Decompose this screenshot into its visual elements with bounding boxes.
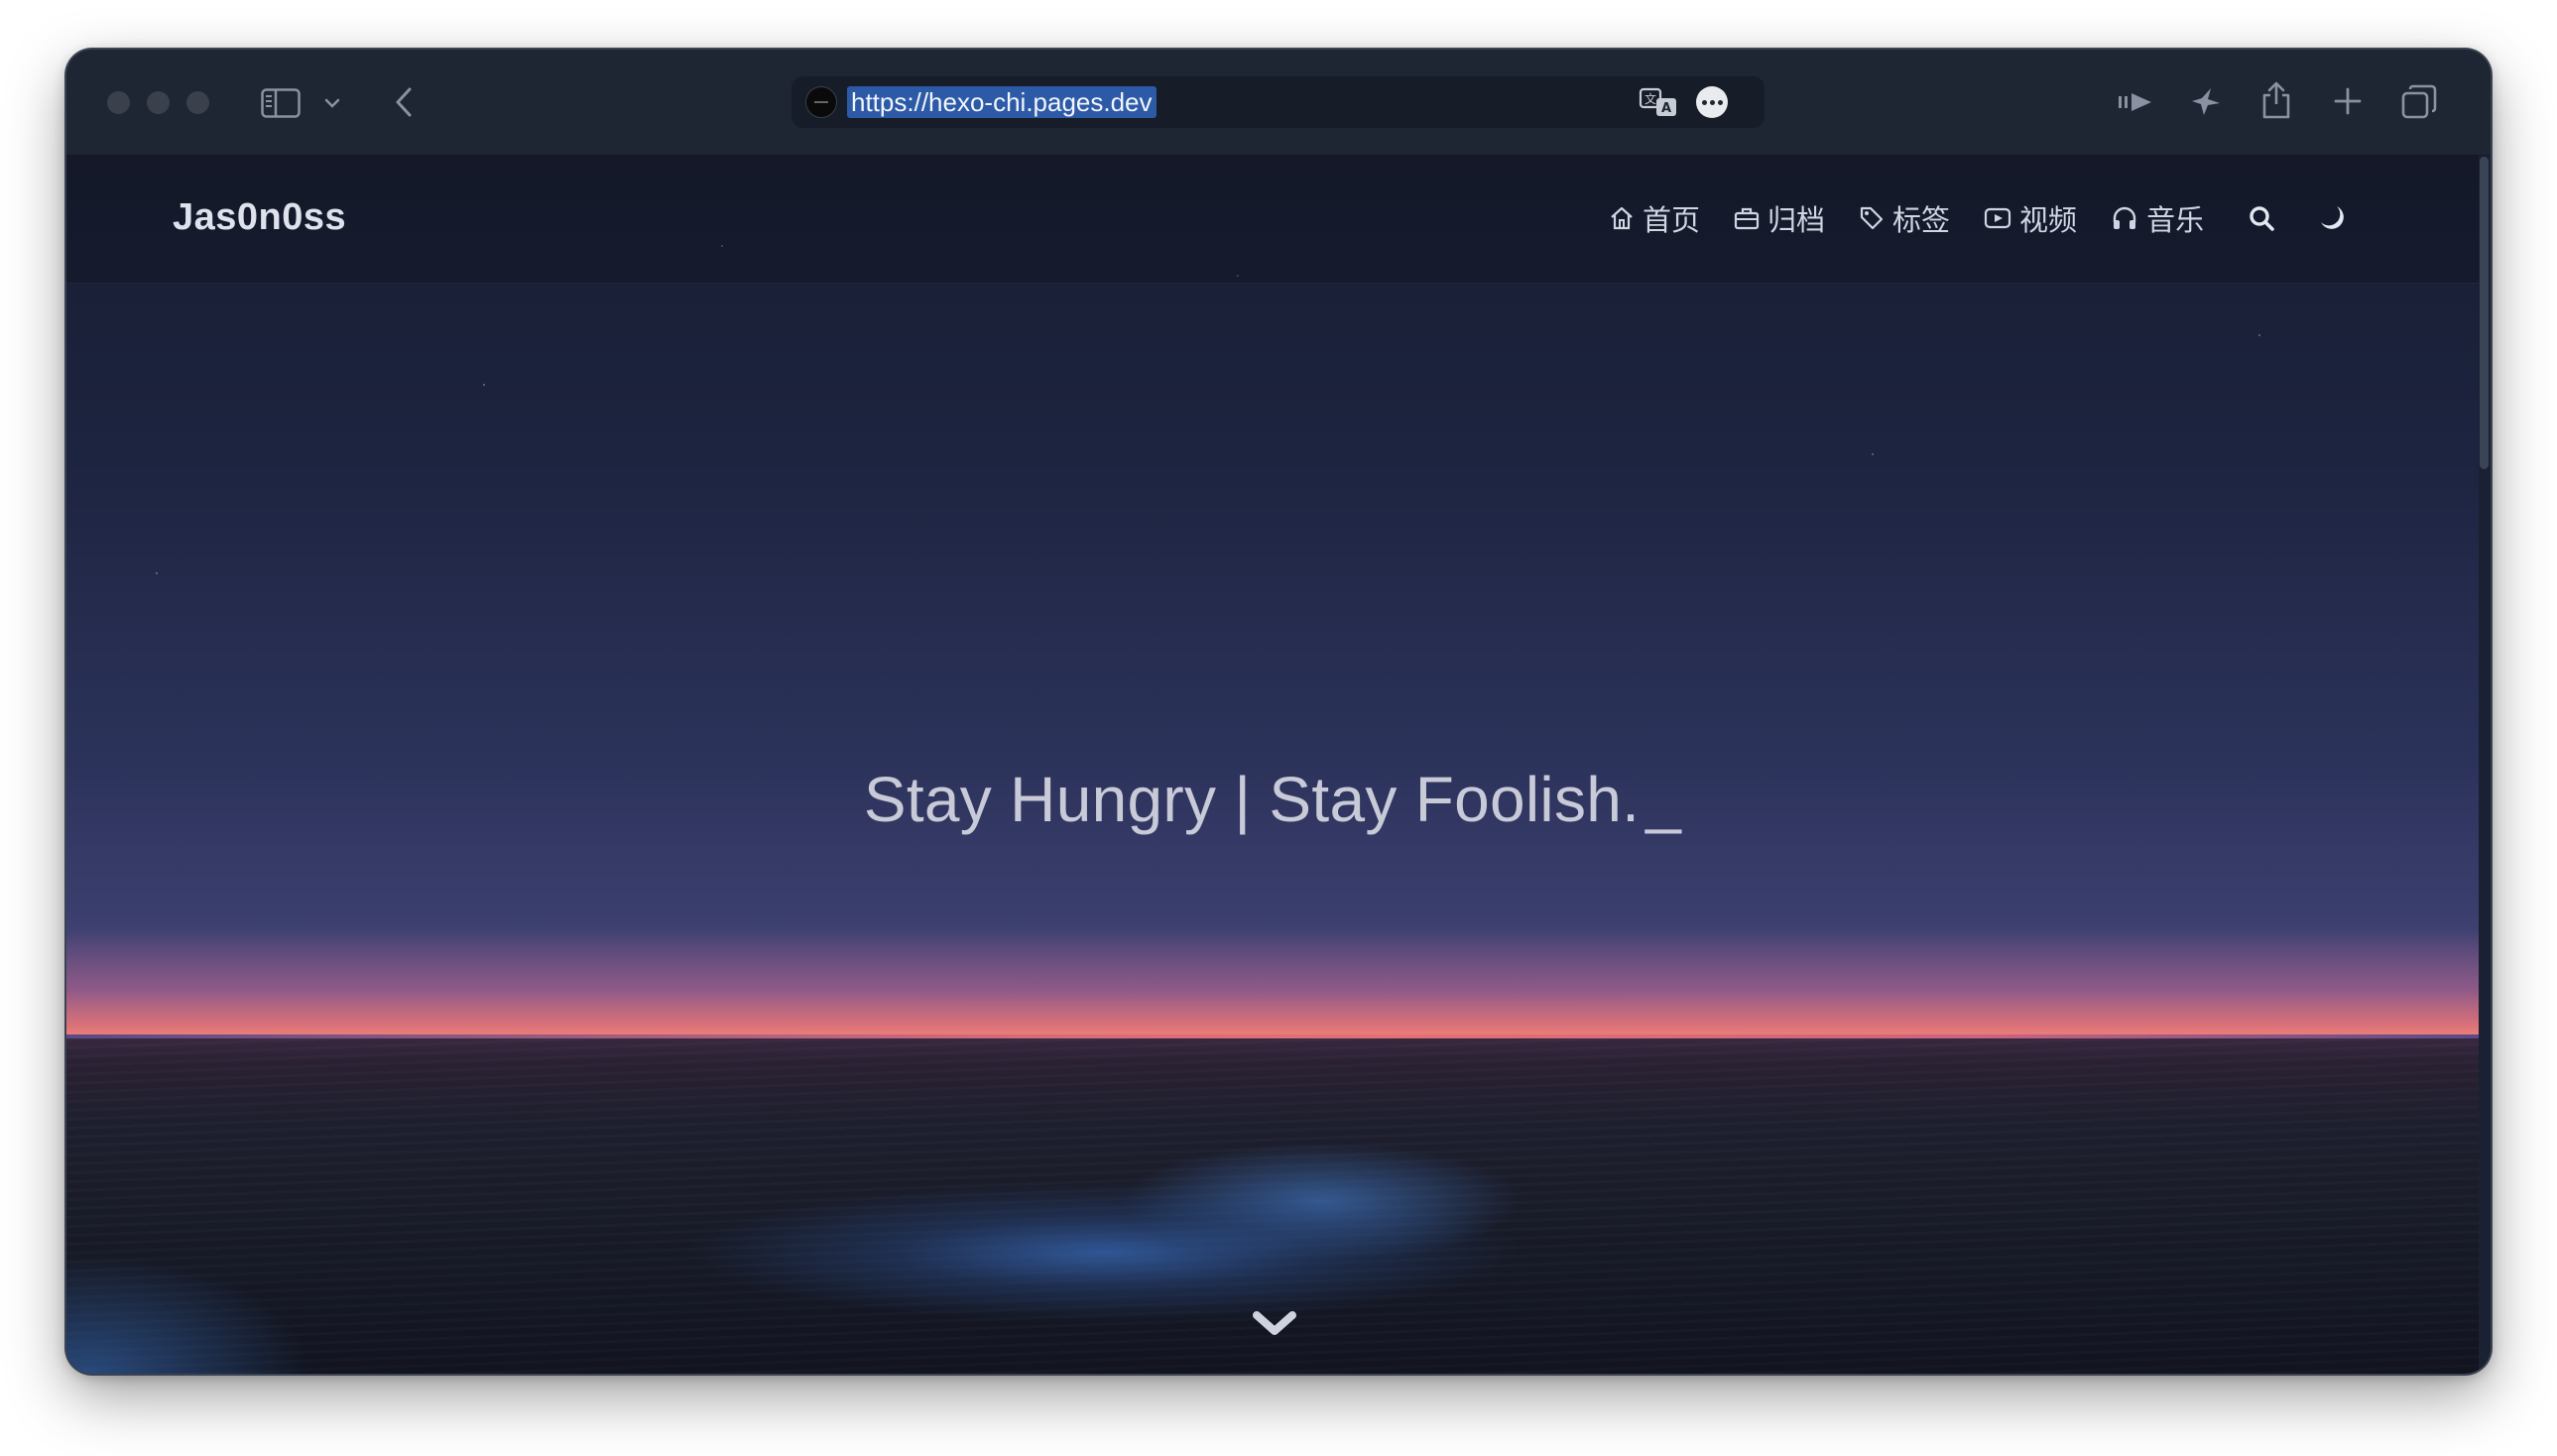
nav-label-video: 视频 — [2019, 205, 2078, 237]
page-viewport: Jas0n0ss 首页 归档 标签 视频 音乐 Stay Hungry | St… — [66, 156, 2479, 1374]
browser-window: https://hexo-chi.pages.dev 文A Jas0n0ss 首… — [66, 50, 2491, 1374]
horizon-line — [66, 1034, 2479, 1038]
reader-icon[interactable] — [2116, 87, 2155, 117]
url-text[interactable]: https://hexo-chi.pages.dev — [847, 86, 1157, 118]
browser-toolbar: https://hexo-chi.pages.dev 文A — [66, 50, 2491, 156]
nav-item-archive[interactable]: 归档 — [1734, 197, 1825, 239]
sidebar-icon[interactable] — [260, 87, 302, 119]
nav-item-tags[interactable]: 标签 — [1859, 197, 1950, 239]
svg-text:A: A — [1661, 101, 1671, 116]
hero-title-text: Stay Hungry | Stay Foolish. — [863, 764, 1641, 835]
more-icon[interactable] — [1696, 86, 1728, 118]
nav-label-home: 首页 — [1643, 205, 1701, 237]
nav-label-tags: 标签 — [1892, 205, 1951, 237]
nav-item-music[interactable]: 音乐 — [2111, 197, 2204, 239]
site-header: Jas0n0ss 首页 归档 标签 视频 音乐 — [66, 156, 2479, 284]
search-icon[interactable] — [2244, 200, 2279, 236]
hero-title: Stay Hungry | Stay Foolish._ — [66, 763, 2479, 836]
scroll-down-icon[interactable] — [1252, 1309, 1297, 1337]
archive-icon — [1734, 207, 1760, 230]
close-window-button[interactable] — [107, 91, 130, 114]
address-bar[interactable]: https://hexo-chi.pages.dev 文A — [791, 76, 1765, 128]
tag-icon — [1860, 206, 1884, 230]
scrollbar-thumb[interactable] — [2480, 157, 2489, 469]
chevron-down-icon[interactable] — [322, 93, 342, 113]
nav-label-archive: 归档 — [1767, 205, 1826, 237]
site-brand[interactable]: Jas0n0ss — [173, 196, 346, 239]
back-icon[interactable] — [389, 85, 419, 119]
sunset-glow — [66, 929, 2479, 1038]
video-icon — [1984, 207, 2011, 229]
home-icon — [1611, 206, 1633, 230]
nav-item-home[interactable]: 首页 — [1609, 197, 1700, 239]
bird-icon[interactable] — [2187, 83, 2225, 119]
nav-item-video[interactable]: 视频 — [1984, 197, 2077, 239]
share-icon[interactable] — [2258, 79, 2294, 121]
site-favicon-icon — [805, 86, 837, 118]
tabs-icon[interactable] — [2399, 83, 2439, 121]
site-nav: 首页 归档 标签 视频 音乐 — [1609, 195, 2350, 241]
headphones-icon — [2113, 206, 2136, 229]
nav-label-music: 音乐 — [2146, 205, 2205, 237]
zoom-window-button[interactable] — [186, 91, 209, 114]
typing-cursor: _ — [1645, 764, 1682, 835]
translate-icon[interactable]: 文A — [1639, 86, 1678, 118]
svg-text:文: 文 — [1644, 91, 1656, 106]
minimize-window-button[interactable] — [147, 91, 170, 114]
plus-icon[interactable] — [2332, 85, 2364, 117]
moon-icon[interactable] — [2314, 200, 2350, 236]
